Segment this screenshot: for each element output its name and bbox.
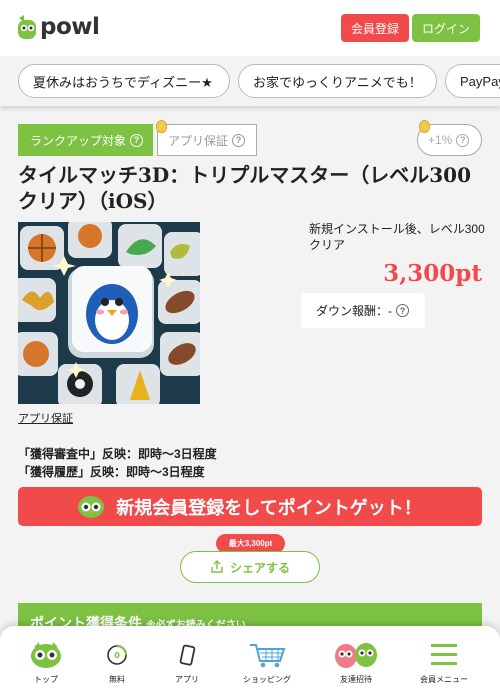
share-label: シェアする: [229, 560, 290, 575]
nav-label: アプリ: [175, 675, 199, 684]
reflect-pending: 「獲得審査中」反映：即時～3日程度: [18, 447, 217, 461]
nav-item-top[interactable]: トップ: [11, 638, 81, 685]
campaign-pill-paypay[interactable]: PayPay: [445, 64, 500, 98]
nav-label: 友達招待: [340, 675, 372, 684]
offer-points: 3,300pt: [383, 260, 482, 287]
help-icon[interactable]: ?: [130, 133, 144, 147]
help-icon[interactable]: ?: [456, 133, 470, 147]
nav-item-free[interactable]: 0 無料: [82, 638, 152, 685]
nav-label: 会員メニュー: [420, 675, 468, 684]
nav-item-invite[interactable]: 友達招待: [321, 638, 391, 685]
friends-icon: [335, 643, 377, 668]
pin-icon: [156, 120, 167, 133]
register-cta-button[interactable]: 新規会員登録をしてポイントゲット！: [18, 487, 482, 526]
nav-item-member-menu[interactable]: 会員メニュー: [409, 638, 479, 685]
free-coin-icon: 0: [107, 644, 128, 665]
bottom-nav: トップ 0 無料 アプリ ショッピング 友達招待 会員メニュー: [0, 626, 500, 700]
nav-item-shopping[interactable]: ショッピング: [232, 638, 302, 685]
svg-text:0: 0: [114, 651, 120, 660]
reflect-info: 「獲得審査中」反映：即時～3日程度 「獲得履歴」反映：即時～3日程度: [18, 445, 217, 481]
header: powl 会員登録 ログイン: [0, 0, 500, 56]
help-icon[interactable]: ?: [396, 304, 409, 317]
reflect-history: 「獲得履歴」反映：即時～3日程度: [18, 465, 205, 479]
bonus-rate-label: +1%: [428, 133, 453, 147]
nav-item-app[interactable]: アプリ: [152, 638, 222, 685]
app-guarantee-tag: アプリ保証 ?: [157, 124, 257, 156]
app-guarantee-link[interactable]: アプリ保証: [18, 410, 73, 426]
logo[interactable]: powl: [16, 14, 100, 40]
share-icon: [211, 560, 223, 573]
owl-logo-icon: [18, 15, 36, 39]
offer-condition: 新規インストール後、レベル300クリア: [309, 222, 485, 252]
owl-icon: [31, 642, 61, 668]
share-button[interactable]: シェアする: [180, 551, 320, 583]
register-button[interactable]: 会員登録: [341, 14, 409, 42]
down-reward: ダウン報酬：- ?: [301, 293, 425, 328]
menu-icon: [431, 644, 457, 665]
login-button[interactable]: ログイン: [412, 14, 480, 42]
campaign-pill-disney[interactable]: 夏休みはおうちでディズニー★: [18, 64, 230, 98]
pin-icon: [419, 120, 430, 133]
app-icon-image[interactable]: [18, 222, 200, 404]
nav-label: 無料: [109, 675, 125, 684]
offer-title: タイルマッチ3D：トリプルマスター（レベル300クリア）（iOS）: [18, 163, 472, 213]
campaign-pills: 夏休みはおうちでディズニー★ お家でゆっくりアニメでも！ PayPay: [0, 56, 500, 106]
cart-icon: [250, 644, 286, 668]
owl-icon: [78, 495, 105, 518]
nav-label: トップ: [34, 675, 58, 684]
register-cta-label: 新規会員登録をしてポイントゲット！: [116, 497, 422, 518]
campaign-pill-anime[interactable]: お家でゆっくりアニメでも！: [238, 64, 437, 98]
rankup-label: ランクアップ対象: [30, 133, 127, 148]
rankup-tag: ランクアップ対象 ?: [18, 124, 153, 156]
nav-label: ショッピング: [243, 675, 291, 684]
help-icon[interactable]: ?: [232, 133, 246, 147]
logo-text: powl: [40, 14, 100, 40]
down-reward-label: ダウン報酬：-: [316, 304, 392, 318]
smartphone-icon: [179, 644, 196, 666]
app-guarantee-label: アプリ保証: [168, 133, 229, 148]
